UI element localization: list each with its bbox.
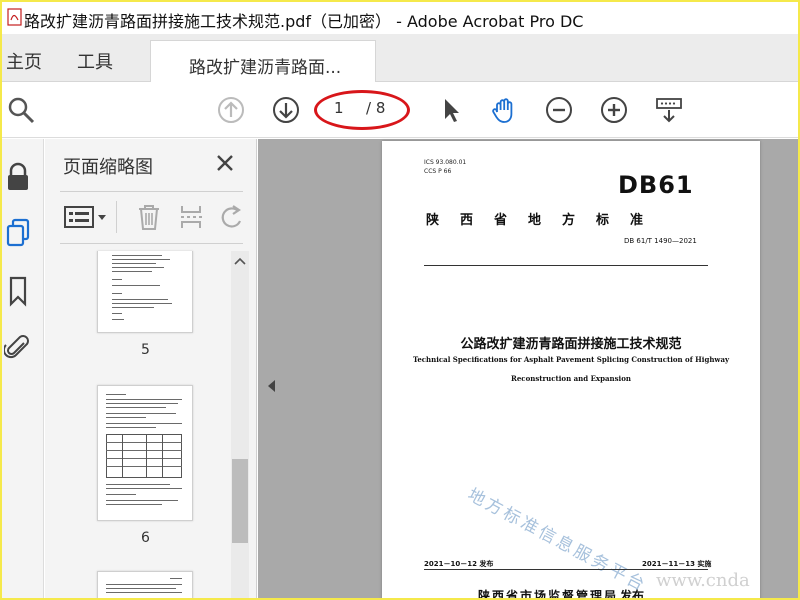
thumbnails-panel: 页面缩略图 5 6 [45, 139, 257, 598]
attachment-icon[interactable] [2, 331, 32, 363]
delete-icon[interactable] [136, 203, 162, 231]
tab-document[interactable]: 路改扩建沥青路面... [150, 40, 376, 83]
window-title: 路改扩建沥青路面拼接施工技术规范.pdf（已加密） - Adobe Acroba… [24, 12, 584, 31]
scroll-mode-icon[interactable] [654, 95, 684, 125]
panel-title: 页面缩略图 [63, 157, 153, 178]
previous-page-icon[interactable] [216, 95, 246, 125]
lock-icon[interactable] [4, 161, 32, 193]
next-page-icon[interactable] [271, 95, 301, 125]
thumbnail-page[interactable] [97, 571, 193, 598]
menu-home[interactable]: 主页 [6, 48, 42, 74]
menu-tools[interactable]: 工具 [77, 48, 113, 74]
thumbnail-page[interactable] [97, 251, 193, 333]
standard-number: DB 61/T 1490—2021 [624, 237, 697, 245]
annotation-highlight-ellipse [314, 90, 410, 130]
zoom-out-icon[interactable] [544, 95, 574, 125]
pdf-icon [7, 8, 22, 26]
collapse-panel-icon[interactable] [266, 379, 276, 393]
thumbnail-page-label: 6 [141, 530, 150, 546]
menu-bar: 主页 工具 路改扩建沥青路面... [2, 34, 798, 83]
pdf-page: ICS 93.080.01 CCS P 66 DB61 陕西省地方标准 DB 6… [382, 141, 760, 598]
standard-code: DB61 [618, 171, 694, 199]
document-title-english-line2: Reconstruction and Expansion [511, 374, 631, 383]
toolbar: 1 / 8 [2, 82, 798, 138]
acrobat-window: 路改扩建沥青路面拼接施工技术规范.pdf（已加密） - Adobe Acroba… [2, 2, 798, 598]
page-thumbnails-icon[interactable] [4, 217, 32, 249]
thumbnails-scrollbar[interactable] [231, 251, 249, 598]
divider [116, 201, 117, 233]
page-watermark: 地方标准信息服务平台 [464, 484, 651, 597]
site-watermark: www.cnda [656, 570, 750, 591]
rotate-icon[interactable] [220, 203, 246, 231]
hand-tool-icon[interactable] [489, 95, 519, 125]
page-number-input[interactable]: 1 [334, 99, 344, 117]
select-pointer-icon[interactable] [436, 95, 466, 125]
document-viewer[interactable]: ICS 93.080.01 CCS P 66 DB61 陕西省地方标准 DB 6… [258, 139, 798, 598]
page-total: / 8 [366, 99, 386, 117]
tab-document-label: 路改扩建沥青路面... [189, 58, 342, 78]
divider [60, 243, 243, 244]
close-icon[interactable] [213, 151, 237, 175]
extract-page-icon[interactable] [178, 203, 206, 231]
document-title-english-line1: Technical Specifications for Asphalt Pav… [412, 355, 730, 364]
title-bar: 路改扩建沥青路面拼接施工技术规范.pdf（已加密） - Adobe Acroba… [2, 2, 798, 34]
issuing-authority: 陕西省市场监督管理局 [478, 589, 619, 598]
ics-code: ICS 93.080.01 [424, 159, 467, 166]
bookmark-icon[interactable] [4, 275, 32, 307]
divider [60, 191, 243, 192]
document-title-chinese: 公路改扩建沥青路面拼接施工技术规范 [460, 337, 682, 352]
divider [424, 265, 708, 266]
thumbnail-options-icon[interactable] [64, 205, 108, 229]
issue-label: 发布 [620, 589, 645, 598]
search-icon[interactable] [6, 95, 36, 125]
implement-date: 2021－11－13 实施 [642, 560, 712, 568]
thumbnail-page[interactable] [97, 385, 193, 521]
panel-toolbar [60, 195, 243, 239]
chevron-up-icon[interactable] [234, 257, 246, 265]
province-standard-label: 陕西省地方标准 [426, 213, 665, 228]
thumbnail-page-label: 5 [141, 342, 150, 358]
navigation-rail [2, 139, 44, 598]
scrollbar-thumb[interactable] [232, 459, 248, 543]
publish-date: 2021－10－12 发布 [424, 560, 494, 568]
zoom-in-icon[interactable] [599, 95, 629, 125]
ccs-code: CCS P 66 [424, 168, 452, 175]
